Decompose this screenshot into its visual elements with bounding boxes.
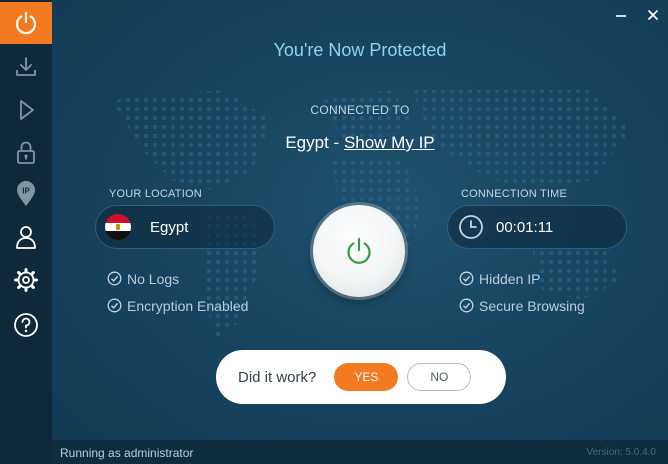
gear-icon (14, 268, 38, 292)
feature-label: Hidden IP (479, 270, 541, 287)
minimize-icon (616, 15, 626, 17)
minimize-button[interactable] (612, 6, 630, 24)
lock-icon (17, 141, 35, 164)
version-label: Version: 5.0.4.0 (586, 447, 657, 458)
feature-item: No Logs (107, 265, 248, 292)
sidebar-item-play[interactable] (0, 89, 52, 131)
connected-location: Egypt (285, 133, 329, 152)
user-icon (16, 226, 36, 249)
check-circle-icon (107, 271, 122, 286)
connection-features: Hidden IP Secure Browsing (459, 265, 585, 319)
connection-time-display: 00:01:11 (447, 205, 627, 249)
sidebar-item-power[interactable] (0, 2, 52, 44)
no-button[interactable]: NO (407, 363, 472, 391)
main-panel: You're Now Protected CONNECTED TO Egypt … (52, 0, 668, 464)
show-my-ip-link[interactable]: Show My IP (344, 133, 435, 152)
feature-item: Secure Browsing (459, 292, 585, 319)
sidebar-item-settings[interactable] (0, 259, 52, 301)
sidebar-item-ip[interactable]: IP (0, 173, 52, 215)
ip-pin-icon: IP (17, 181, 35, 206)
power-icon (15, 11, 37, 35)
sidebar-item-account[interactable] (0, 216, 52, 258)
status-bar: Running as administrator Version: 5.0.4.… (52, 440, 668, 464)
sidebar-item-lock[interactable] (0, 132, 52, 174)
feature-item: Hidden IP (459, 265, 585, 292)
feature-label: Encryption Enabled (127, 297, 249, 314)
location-value: Egypt (150, 218, 189, 236)
sidebar-item-help[interactable] (0, 304, 52, 346)
check-circle-icon (459, 298, 474, 313)
status-text: Running as administrator (60, 446, 194, 460)
sidebar: IP (0, 0, 52, 464)
close-icon (647, 9, 659, 21)
clock-icon (459, 215, 483, 239)
page-title: You're Now Protected (273, 40, 447, 60)
yes-button[interactable]: YES (334, 363, 399, 391)
play-icon (20, 100, 34, 120)
location-selector[interactable]: Egypt (95, 205, 275, 249)
connection-time-label: CONNECTION TIME (461, 188, 568, 200)
connection-time-value: 00:01:11 (496, 218, 554, 236)
egypt-flag-icon (105, 214, 131, 240)
your-location-label: YOUR LOCATION (109, 188, 202, 200)
help-icon (14, 313, 38, 337)
location-features: No Logs Encryption Enabled (107, 265, 248, 319)
feedback-question: Did it work? (238, 368, 317, 386)
connected-separator: - (328, 133, 344, 152)
svg-text:IP: IP (22, 187, 30, 196)
disconnect-power-button[interactable] (313, 205, 405, 297)
feature-item: Encryption Enabled (107, 292, 248, 319)
feature-label: No Logs (127, 270, 180, 287)
check-circle-icon (107, 298, 122, 313)
close-button[interactable] (644, 6, 662, 24)
sidebar-item-download[interactable] (0, 46, 52, 88)
check-circle-icon (459, 271, 474, 286)
download-icon (16, 57, 36, 76)
connected-label: CONNECTED TO (310, 103, 410, 117)
power-icon (347, 237, 371, 264)
feedback-prompt: Did it work? YES NO (216, 350, 506, 404)
feature-label: Secure Browsing (479, 297, 585, 314)
connected-to-row: Egypt - Show My IP (52, 133, 668, 153)
